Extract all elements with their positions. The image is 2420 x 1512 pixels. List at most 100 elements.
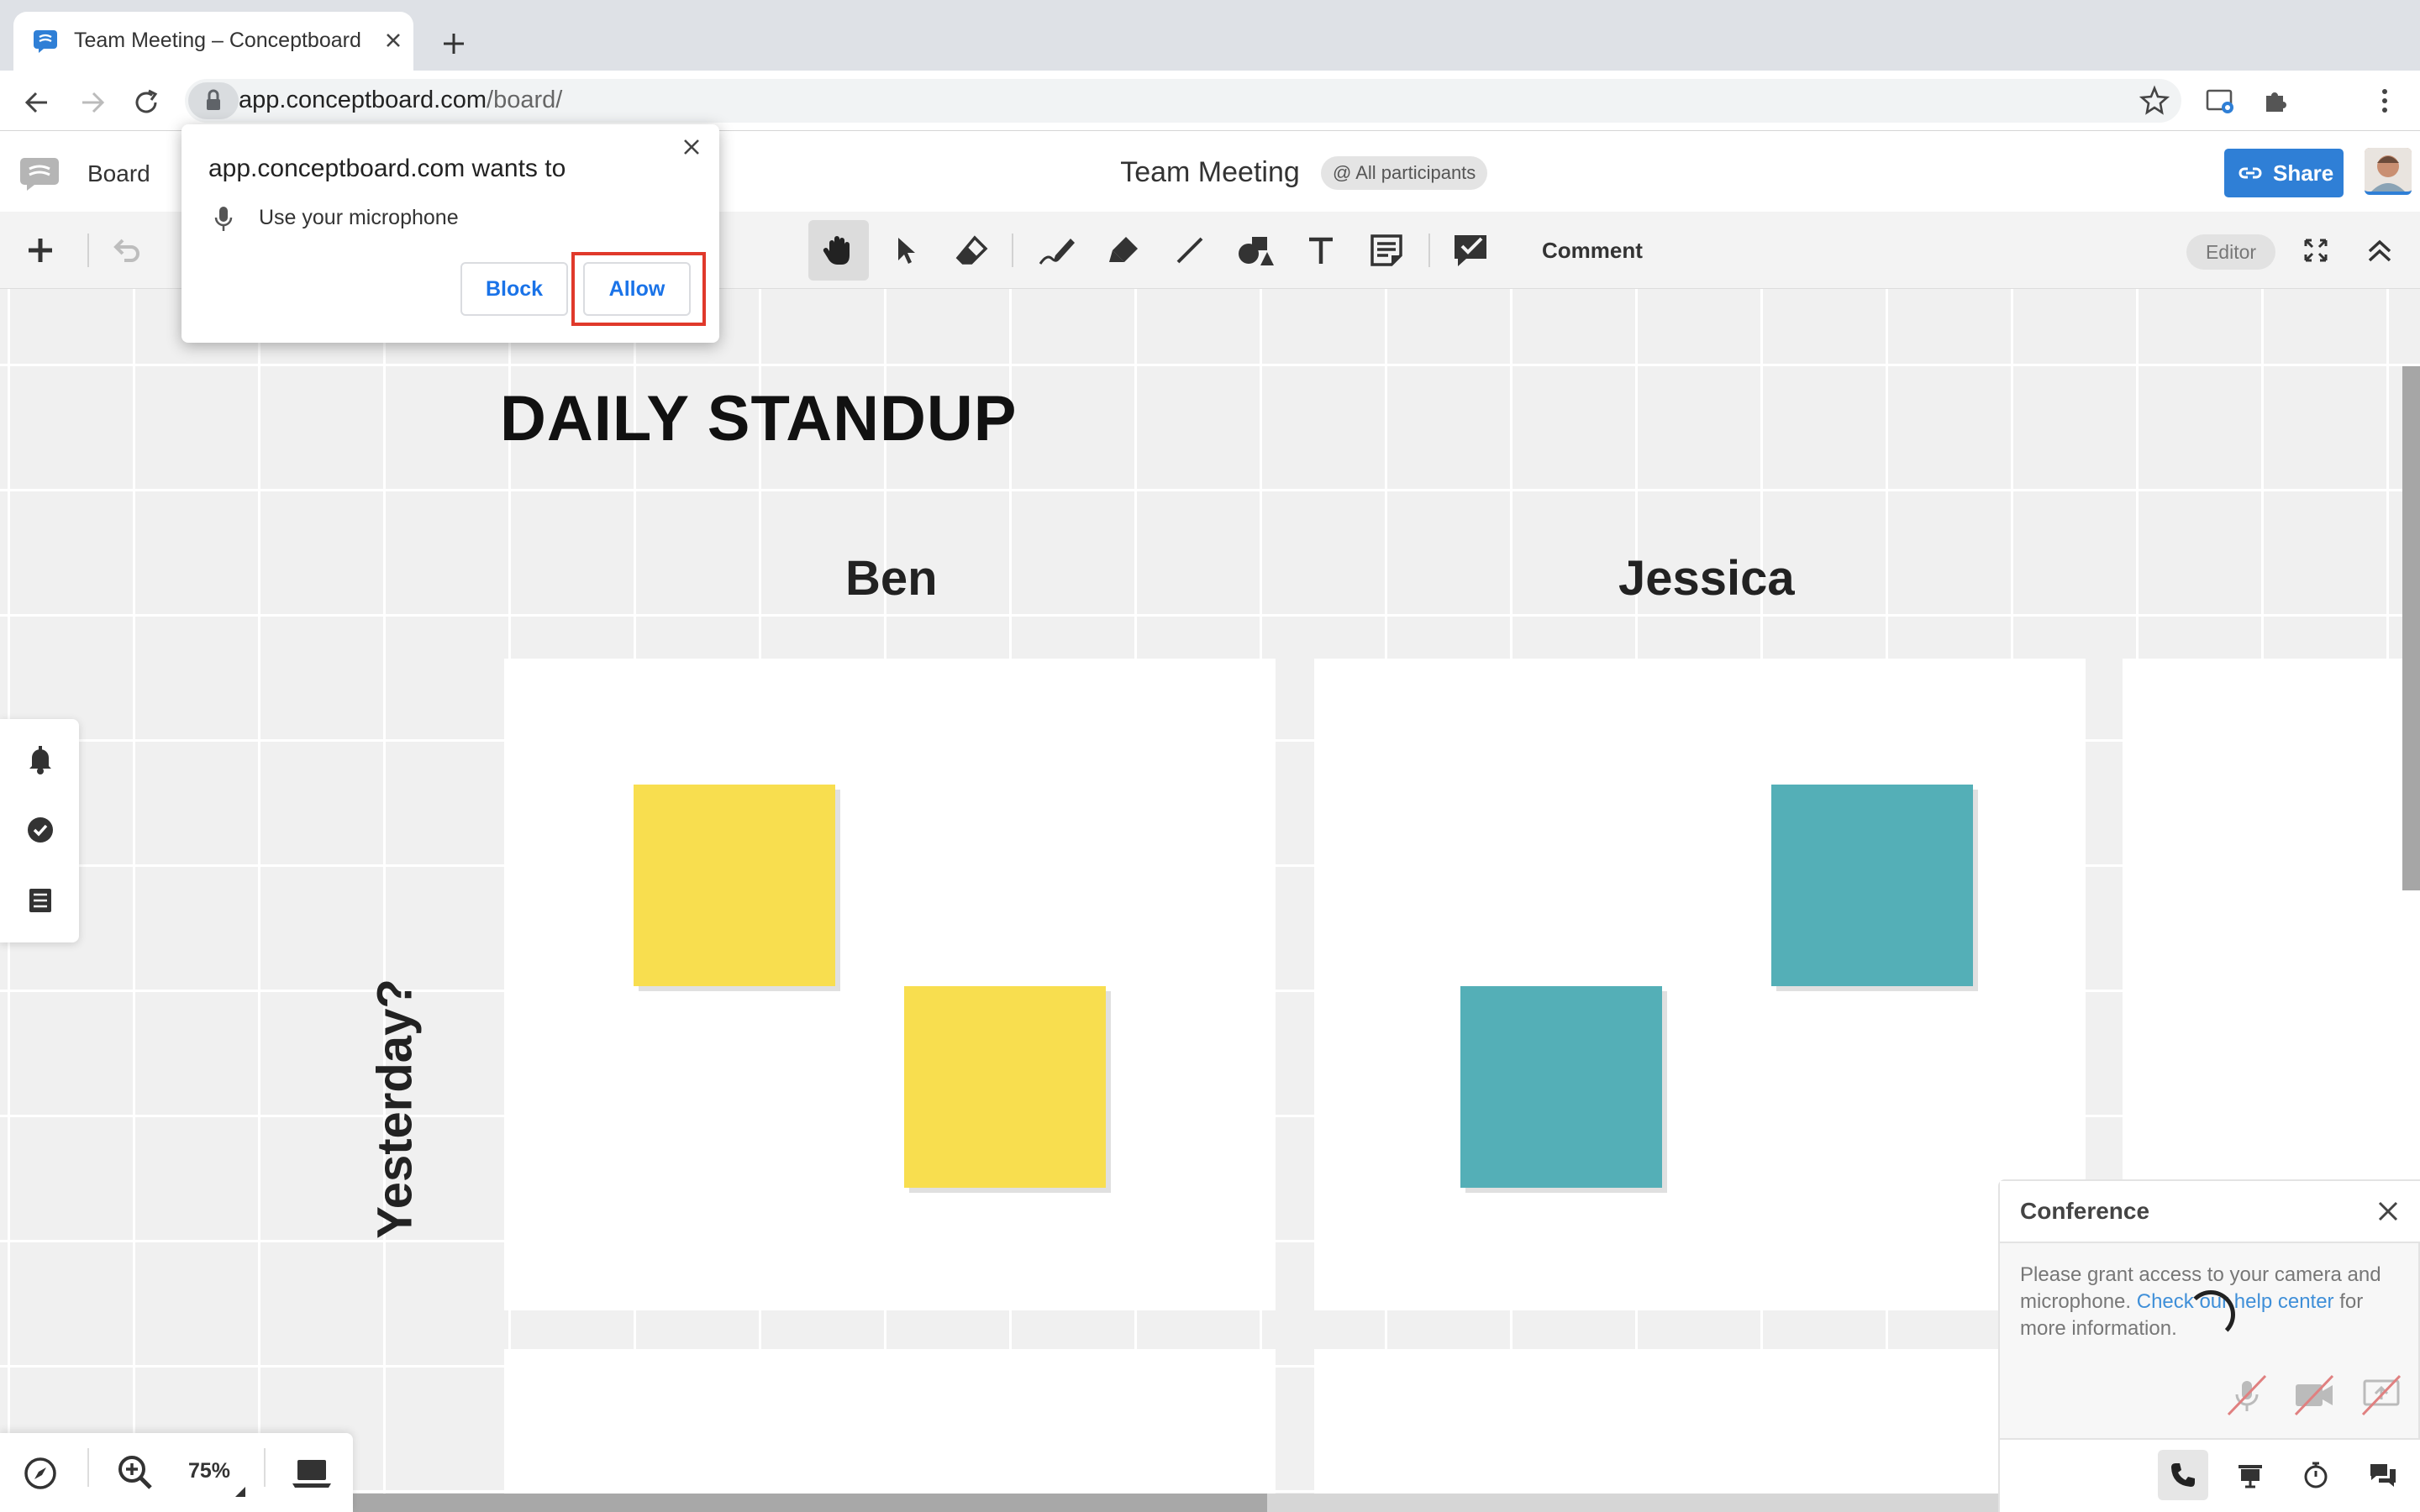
sticky-note[interactable] (634, 785, 835, 986)
share-button[interactable]: Share (2224, 149, 2344, 197)
expand-icon (2304, 239, 2328, 262)
permission-request-text: Use your microphone (259, 206, 459, 229)
forward-arrow-icon[interactable] (76, 86, 109, 119)
shapes-icon (1239, 237, 1274, 265)
plus-icon (29, 239, 52, 262)
jessica-next-row-panel[interactable] (1314, 1349, 2086, 1512)
board-heading[interactable]: DAILY STANDUP (500, 382, 1017, 455)
hand-icon (823, 236, 850, 265)
pen-tool[interactable] (1027, 220, 1087, 281)
toolbar-divider (87, 234, 89, 267)
camera-off-icon[interactable] (2291, 1371, 2338, 1418)
sticky-note-icon (1370, 234, 1402, 266)
vertical-scrollbar[interactable] (2402, 366, 2420, 890)
loading-spinner (2186, 1290, 2235, 1339)
outline-list-icon[interactable] (24, 884, 57, 917)
close-conference-icon[interactable] (2376, 1200, 2400, 1223)
column-header-ben[interactable]: Ben (845, 550, 938, 606)
close-popup-icon[interactable] (681, 136, 702, 158)
comment-tool-icon-button[interactable] (1440, 220, 1501, 281)
link-icon (2238, 167, 2262, 179)
tasks-check-icon[interactable] (24, 813, 57, 847)
line-icon (1176, 237, 1203, 264)
reload-icon[interactable] (129, 86, 163, 119)
board-menu-label[interactable]: Board (87, 160, 150, 187)
url-host: app.conceptboard.com (239, 87, 487, 113)
call-phone-icon[interactable] (2158, 1450, 2208, 1500)
comment-check-icon (1455, 235, 1486, 266)
url-path: /board/ (487, 87, 563, 113)
role-badge: Editor (2186, 234, 2275, 270)
permission-title: app.conceptboard.com wants to (208, 155, 566, 182)
timer-stopwatch-icon[interactable] (2291, 1450, 2341, 1500)
microphone-icon (212, 205, 235, 234)
extensions-puzzle-icon[interactable] (2259, 84, 2292, 118)
select-tool[interactable] (876, 220, 936, 281)
add-content-button[interactable] (10, 220, 71, 281)
highlighter-icon (1109, 237, 1138, 262)
third-column-panel[interactable] (2123, 659, 2420, 1179)
url-text[interactable]: app.conceptboard.com/board/ (239, 87, 562, 114)
close-tab-icon[interactable] (380, 27, 407, 54)
presentation-laptop-icon[interactable] (291, 1455, 333, 1492)
zoom-in-icon[interactable] (116, 1453, 155, 1492)
collapse-toolbar-button[interactable] (2349, 220, 2410, 281)
browser-tab[interactable]: Team Meeting – Conceptboard (13, 12, 413, 71)
double-chevron-up-icon (2368, 239, 2391, 262)
allow-highlight-box (571, 252, 706, 326)
eraser-tool[interactable] (941, 220, 1002, 281)
sticky-note[interactable] (904, 986, 1106, 1188)
hand-tool[interactable] (808, 220, 869, 281)
browser-tab-title: Team Meeting – Conceptboard (74, 29, 361, 52)
ben-yesterday-panel[interactable] (504, 659, 1276, 1310)
new-tab-icon[interactable] (435, 25, 472, 62)
undo-icon (113, 239, 139, 262)
site-info-button[interactable] (188, 82, 239, 119)
shapes-tool[interactable] (1225, 220, 1286, 281)
side-panel (0, 719, 79, 942)
toolbar-divider (1428, 234, 1430, 267)
bookmark-star-icon[interactable] (2138, 84, 2171, 118)
line-tool[interactable] (1160, 220, 1220, 281)
highlighter-tool[interactable] (1094, 220, 1155, 281)
sticky-note[interactable] (1771, 785, 1973, 986)
conference-tab-bar (2000, 1438, 2420, 1512)
sticky-note[interactable] (1460, 986, 1662, 1188)
toolbar-divider (1012, 234, 1013, 267)
column-header-jessica[interactable]: Jessica (1618, 550, 1795, 606)
participants-badge[interactable]: @ All participants (1321, 156, 1488, 190)
comment-tool-label[interactable]: Comment (1542, 238, 1643, 264)
conceptboard-logo-icon[interactable] (18, 156, 60, 192)
ben-next-row-panel[interactable] (504, 1349, 1276, 1512)
zoom-dropdown-icon[interactable] (235, 1487, 245, 1497)
zoom-level[interactable]: 75% (188, 1459, 230, 1483)
conference-title: Conference (2020, 1198, 2150, 1224)
notifications-bell-icon[interactable] (24, 743, 57, 776)
row-label-text: Yesterday? (367, 979, 423, 1239)
pointer-arrow-icon (898, 238, 915, 264)
pen-icon (1039, 239, 1075, 265)
lock-icon (207, 89, 220, 110)
user-avatar[interactable] (2365, 148, 2412, 195)
zoom-divider (264, 1448, 266, 1487)
back-arrow-icon[interactable] (20, 86, 54, 119)
text-icon (1309, 237, 1333, 264)
undo-button[interactable] (96, 220, 156, 281)
text-tool[interactable] (1291, 220, 1351, 281)
help-center-link[interactable]: Check our help center (2137, 1290, 2334, 1313)
eraser-icon (955, 235, 988, 265)
browser-menu-icon[interactable] (2368, 84, 2402, 118)
conceptboard-favicon-icon (32, 27, 59, 54)
cast-screenshot-extension-icon[interactable] (2203, 84, 2237, 118)
block-button[interactable]: Block (460, 262, 568, 316)
presentation-board-icon[interactable] (2225, 1450, 2275, 1500)
horizontal-scrollbar-thumb[interactable] (353, 1494, 1267, 1512)
navigator-compass-icon[interactable] (22, 1455, 59, 1492)
fullscreen-button[interactable] (2286, 220, 2346, 281)
microphone-off-icon[interactable] (2223, 1371, 2270, 1418)
share-label: Share (2273, 160, 2334, 186)
zoom-divider (87, 1448, 89, 1487)
chat-bubbles-icon[interactable] (2358, 1450, 2408, 1500)
screen-share-off-icon[interactable] (2358, 1371, 2405, 1418)
sticky-note-tool[interactable] (1356, 220, 1417, 281)
